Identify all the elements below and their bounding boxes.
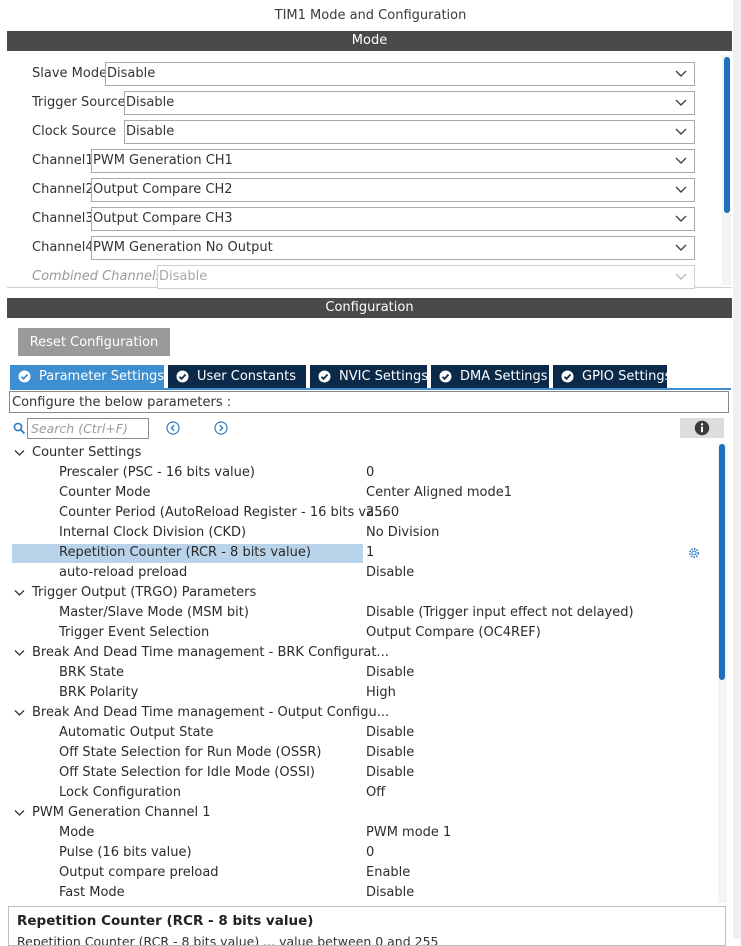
trigger-source-label: Trigger Source: [32, 95, 126, 110]
chevron-down-icon: [675, 273, 687, 280]
param-row[interactable]: Trigger Event Selection Output Compare (…: [8, 623, 718, 643]
chevron-down-icon[interactable]: [14, 649, 25, 657]
param-row[interactable]: Mode PWM mode 1: [8, 823, 718, 843]
channel2-label: Channel2: [32, 182, 94, 197]
param-row[interactable]: auto-reload preload Disable: [8, 563, 718, 583]
chevron-down-icon: [675, 244, 687, 251]
tab-parameter-settings[interactable]: Parameter Settings: [10, 365, 164, 389]
config-instruction: Configure the below parameters :: [9, 391, 729, 413]
group-trigger-output[interactable]: Trigger Output (TRGO) Parameters: [8, 583, 718, 603]
check-circle-icon: [439, 370, 452, 383]
parameter-tree: Counter Settings Prescaler (PSC - 16 bit…: [8, 443, 718, 903]
tab-gpio-settings[interactable]: GPIO Settings: [553, 365, 671, 388]
chevron-down-icon: [675, 186, 687, 193]
check-circle-icon: [176, 370, 189, 383]
param-row[interactable]: Output compare preload Enable: [8, 863, 718, 883]
gear-icon[interactable]: [688, 547, 700, 559]
description-text: Repetition Counter (RCR - 8 bits value) …: [17, 934, 439, 946]
tab-user-constants[interactable]: User Constants: [168, 365, 306, 388]
window-edge: [733, 0, 741, 939]
param-row[interactable]: Off State Selection for Idle Mode (OSSI)…: [8, 763, 718, 783]
param-row[interactable]: Internal Clock Division (CKD) No Divisio…: [8, 523, 718, 543]
channel4-label: Channel4: [32, 240, 94, 255]
info-icon: [694, 420, 710, 436]
mode-header: Mode: [7, 31, 732, 51]
chevron-down-icon: [675, 215, 687, 222]
chevron-down-icon[interactable]: [14, 709, 25, 717]
reset-configuration-button[interactable]: Reset Configuration: [18, 328, 170, 356]
param-row[interactable]: Counter Mode Center Aligned mode1: [8, 483, 718, 503]
param-row[interactable]: Master/Slave Mode (MSM bit) Disable (Tri…: [8, 603, 718, 623]
check-circle-icon: [561, 370, 574, 383]
tab-dma-settings[interactable]: DMA Settings: [431, 365, 549, 388]
channel3-select[interactable]: Output Compare CH3: [91, 207, 695, 231]
description-panel: Repetition Counter (RCR - 8 bits value) …: [8, 906, 726, 946]
window-title: TIM1 Mode and Configuration: [0, 0, 741, 31]
param-row[interactable]: Counter Period (AutoReload Register - 16…: [8, 503, 718, 523]
search-input[interactable]: Search (Ctrl+F): [27, 418, 149, 439]
chevron-down-icon: [675, 99, 687, 106]
check-circle-icon: [18, 370, 31, 383]
combined-channels-select: Disable: [157, 265, 695, 289]
param-row[interactable]: Prescaler (PSC - 16 bits value) 0: [8, 463, 718, 483]
group-brk-configuration[interactable]: Break And Dead Time management - BRK Con…: [8, 643, 718, 663]
search-icon: [13, 422, 26, 435]
tree-scrollbar-thumb[interactable]: [719, 444, 725, 680]
group-pwm-channel-1[interactable]: PWM Generation Channel 1: [8, 803, 718, 823]
mode-scrollbar-thumb[interactable]: [724, 57, 730, 213]
channel3-label: Channel3: [32, 211, 94, 226]
check-circle-icon: [318, 370, 331, 383]
channel1-label: Channel1: [32, 153, 94, 168]
previous-arrow-icon[interactable]: [166, 421, 180, 435]
group-output-configuration[interactable]: Break And Dead Time management - Output …: [8, 703, 718, 723]
param-row[interactable]: BRK State Disable: [8, 663, 718, 683]
tab-underline: [10, 388, 731, 390]
param-row[interactable]: Lock Configuration Off: [8, 783, 718, 803]
param-row[interactable]: Pulse (16 bits value) 0: [8, 843, 718, 863]
channel2-select[interactable]: Output Compare CH2: [91, 178, 695, 202]
chevron-down-icon: [675, 157, 687, 164]
chevron-down-icon[interactable]: [14, 589, 25, 597]
param-row[interactable]: Automatic Output State Disable: [8, 723, 718, 743]
description-title: Repetition Counter (RCR - 8 bits value): [17, 913, 314, 929]
param-row[interactable]: Off State Selection for Run Mode (OSSR) …: [8, 743, 718, 763]
chevron-down-icon: [675, 128, 687, 135]
group-counter-settings[interactable]: Counter Settings: [8, 443, 718, 463]
param-row[interactable]: BRK Polarity High: [8, 683, 718, 703]
tab-nvic-settings[interactable]: NVIC Settings: [310, 365, 428, 388]
info-button[interactable]: [680, 418, 724, 438]
channel4-select[interactable]: PWM Generation No Output: [91, 236, 695, 260]
channel1-select[interactable]: PWM Generation CH1: [91, 149, 695, 173]
param-row-selected[interactable]: Repetition Counter (RCR - 8 bits value) …: [8, 543, 718, 563]
slave-mode-label: Slave Mode: [32, 66, 108, 81]
clock-source-label: Clock Source: [32, 124, 117, 139]
next-arrow-icon[interactable]: [214, 421, 228, 435]
clock-source-select[interactable]: Disable: [124, 120, 695, 144]
chevron-down-icon[interactable]: [14, 809, 25, 817]
chevron-down-icon[interactable]: [14, 449, 25, 457]
combined-channels-label: Combined Channels: [32, 269, 163, 284]
slave-mode-select[interactable]: Disable: [105, 62, 695, 86]
chevron-down-icon: [675, 70, 687, 77]
mode-panel: Slave Mode Disable Trigger Source Disabl…: [7, 51, 732, 289]
configuration-header: Configuration: [7, 298, 732, 318]
trigger-source-select[interactable]: Disable: [124, 91, 695, 115]
param-row[interactable]: Fast Mode Disable: [8, 883, 718, 903]
